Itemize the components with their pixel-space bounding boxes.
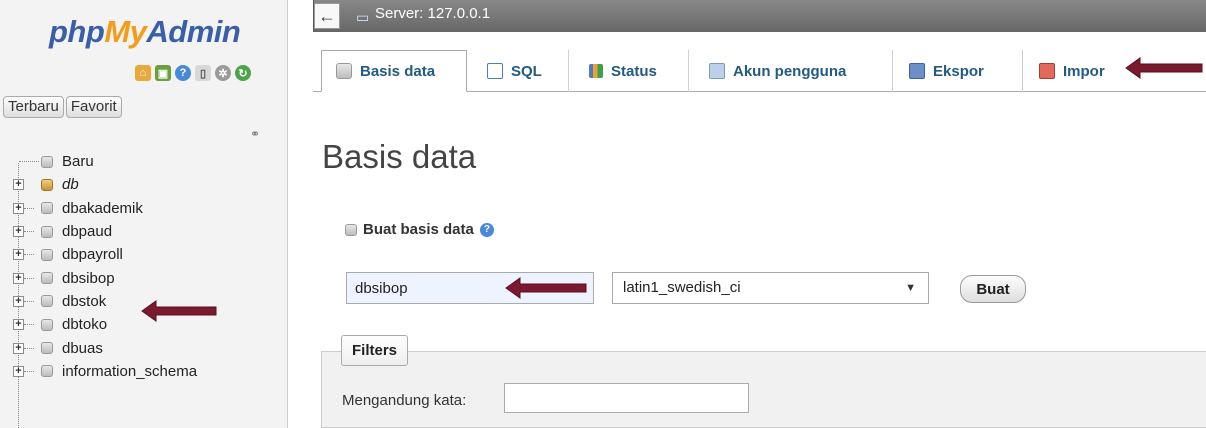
server-icon: ▭ [356, 9, 370, 25]
tree-item-label: dbakademik [62, 199, 143, 217]
tree-item-new[interactable]: Baru [0, 150, 288, 173]
tree-connector [24, 207, 34, 209]
docs-icon[interactable]: ▯ [195, 65, 211, 81]
database-icon [41, 202, 53, 215]
database-icon [41, 342, 53, 355]
tree-item-dbakademik[interactable]: + dbakademik [0, 197, 288, 220]
expand-icon[interactable]: + [13, 226, 24, 238]
tree-item-dbsibop[interactable]: + dbsibop [0, 266, 288, 289]
expand-icon[interactable]: + [13, 295, 24, 307]
dropdown-arrow-icon: ▼ [905, 282, 916, 294]
export-icon [909, 63, 925, 79]
expand-icon[interactable]: + [13, 365, 24, 377]
tree-item-label: dbpayroll [62, 246, 123, 264]
tree-item-dbuas[interactable]: + dbuas [0, 336, 288, 359]
annotation-arrow-icon [1125, 57, 1203, 79]
collation-select[interactable]: latin1_swedish_ci ▼ [612, 272, 929, 304]
arrow-left-icon: ← [318, 5, 336, 26]
tab-akun-pengguna[interactable]: Akun pengguna [691, 50, 893, 92]
tree-item-dbpayroll[interactable]: + dbpayroll [0, 243, 288, 266]
help-icon[interactable]: ? [479, 222, 494, 237]
tab-ekspor[interactable]: Ekspor [895, 50, 1023, 92]
create-database-heading: Buat basis data ? [345, 221, 494, 238]
new-db-icon [41, 155, 53, 168]
collapse-sidebar-button[interactable]: ← [314, 3, 340, 29]
exit-icon[interactable]: ▣ [155, 65, 171, 81]
tree-connector [24, 300, 34, 302]
tab-status[interactable]: Status [571, 50, 689, 92]
create-database-button[interactable]: Buat [960, 275, 1026, 303]
tree-connector [24, 277, 34, 279]
expand-icon[interactable]: + [13, 202, 24, 214]
database-icon [41, 272, 53, 285]
database-icon [41, 365, 53, 378]
expand-icon[interactable]: + [13, 179, 24, 191]
users-icon [709, 63, 725, 79]
expand-icon[interactable]: + [13, 272, 24, 284]
filters-legend: Filters [341, 335, 409, 366]
database-icon [41, 318, 53, 331]
database-tree: Baru + db + dbakademik + dbpaud + dbpayr… [0, 150, 288, 383]
tree-connector [24, 347, 34, 349]
database-icon [41, 295, 53, 308]
status-icon [589, 64, 603, 78]
main-tabs: Basis data SQL Status Akun pengguna Eksp… [313, 50, 1206, 92]
app-logo[interactable]: phpMyAdmin [49, 14, 241, 50]
sql-icon [487, 63, 503, 79]
tree-item-information-schema[interactable]: + information_schema [0, 360, 288, 383]
tree-item-label: Baru [62, 153, 94, 171]
filters-panel [321, 351, 1206, 428]
expand-icon[interactable]: + [13, 342, 24, 354]
page-title: Basis data [322, 138, 477, 175]
tree-connector [24, 370, 34, 372]
tree-connector [19, 161, 39, 163]
sidebar-toolbar: ⌂ ▣ ? ▯ ✲ ↻ [135, 65, 251, 81]
tree-item-label: dbsibop [62, 269, 115, 287]
filter-label: Mengandung kata: [342, 392, 467, 409]
navigation-sidebar: phpMyAdmin ⌂ ▣ ? ▯ ✲ ↻ Terbaru Favorit ⚭… [0, 0, 288, 428]
tree-connector [24, 324, 34, 326]
tree-item-label: dbstok [62, 292, 107, 310]
server-breadcrumb[interactable]: Server: 127.0.0.1 [375, 5, 490, 22]
tree-item-db[interactable]: + db [0, 173, 288, 196]
reload-icon[interactable]: ↻ [235, 65, 251, 81]
recent-favorite-tabs: Terbaru Favorit [3, 96, 122, 118]
tree-connector [24, 254, 34, 256]
settings-icon[interactable]: ✲ [215, 65, 231, 81]
tab-basis-data[interactable]: Basis data [321, 50, 467, 92]
import-icon [1039, 63, 1055, 79]
database-icon [336, 63, 352, 79]
tree-connector [24, 231, 34, 233]
filter-input[interactable] [504, 383, 749, 413]
expand-icon[interactable]: + [13, 249, 24, 261]
tree-item-label: db [62, 176, 79, 194]
server-breadcrumb-bar: ← ▭ Server: 127.0.0.1 [313, 0, 1206, 32]
recent-tab[interactable]: Terbaru [3, 96, 64, 118]
annotation-arrow-icon [505, 277, 587, 299]
database-icon [41, 225, 53, 238]
help-icon[interactable]: ? [175, 65, 191, 81]
db-group-icon [41, 178, 53, 191]
tree-item-label: information_schema [62, 362, 198, 380]
tab-sql[interactable]: SQL [469, 50, 569, 92]
home-icon[interactable]: ⌂ [135, 65, 151, 81]
annotation-arrow-icon [141, 300, 217, 322]
tree-item-label: dbtoko [62, 316, 108, 334]
tree-item-label: dbuas [62, 339, 103, 357]
link-with-main-icon[interactable]: ⚭ [250, 127, 260, 141]
database-icon [41, 248, 53, 261]
favorite-tab[interactable]: Favorit [65, 96, 122, 118]
new-db-icon [345, 223, 357, 236]
tree-item-label: dbpaud [62, 223, 113, 241]
expand-icon[interactable]: + [13, 319, 24, 331]
tree-item-dbpaud[interactable]: + dbpaud [0, 220, 288, 243]
